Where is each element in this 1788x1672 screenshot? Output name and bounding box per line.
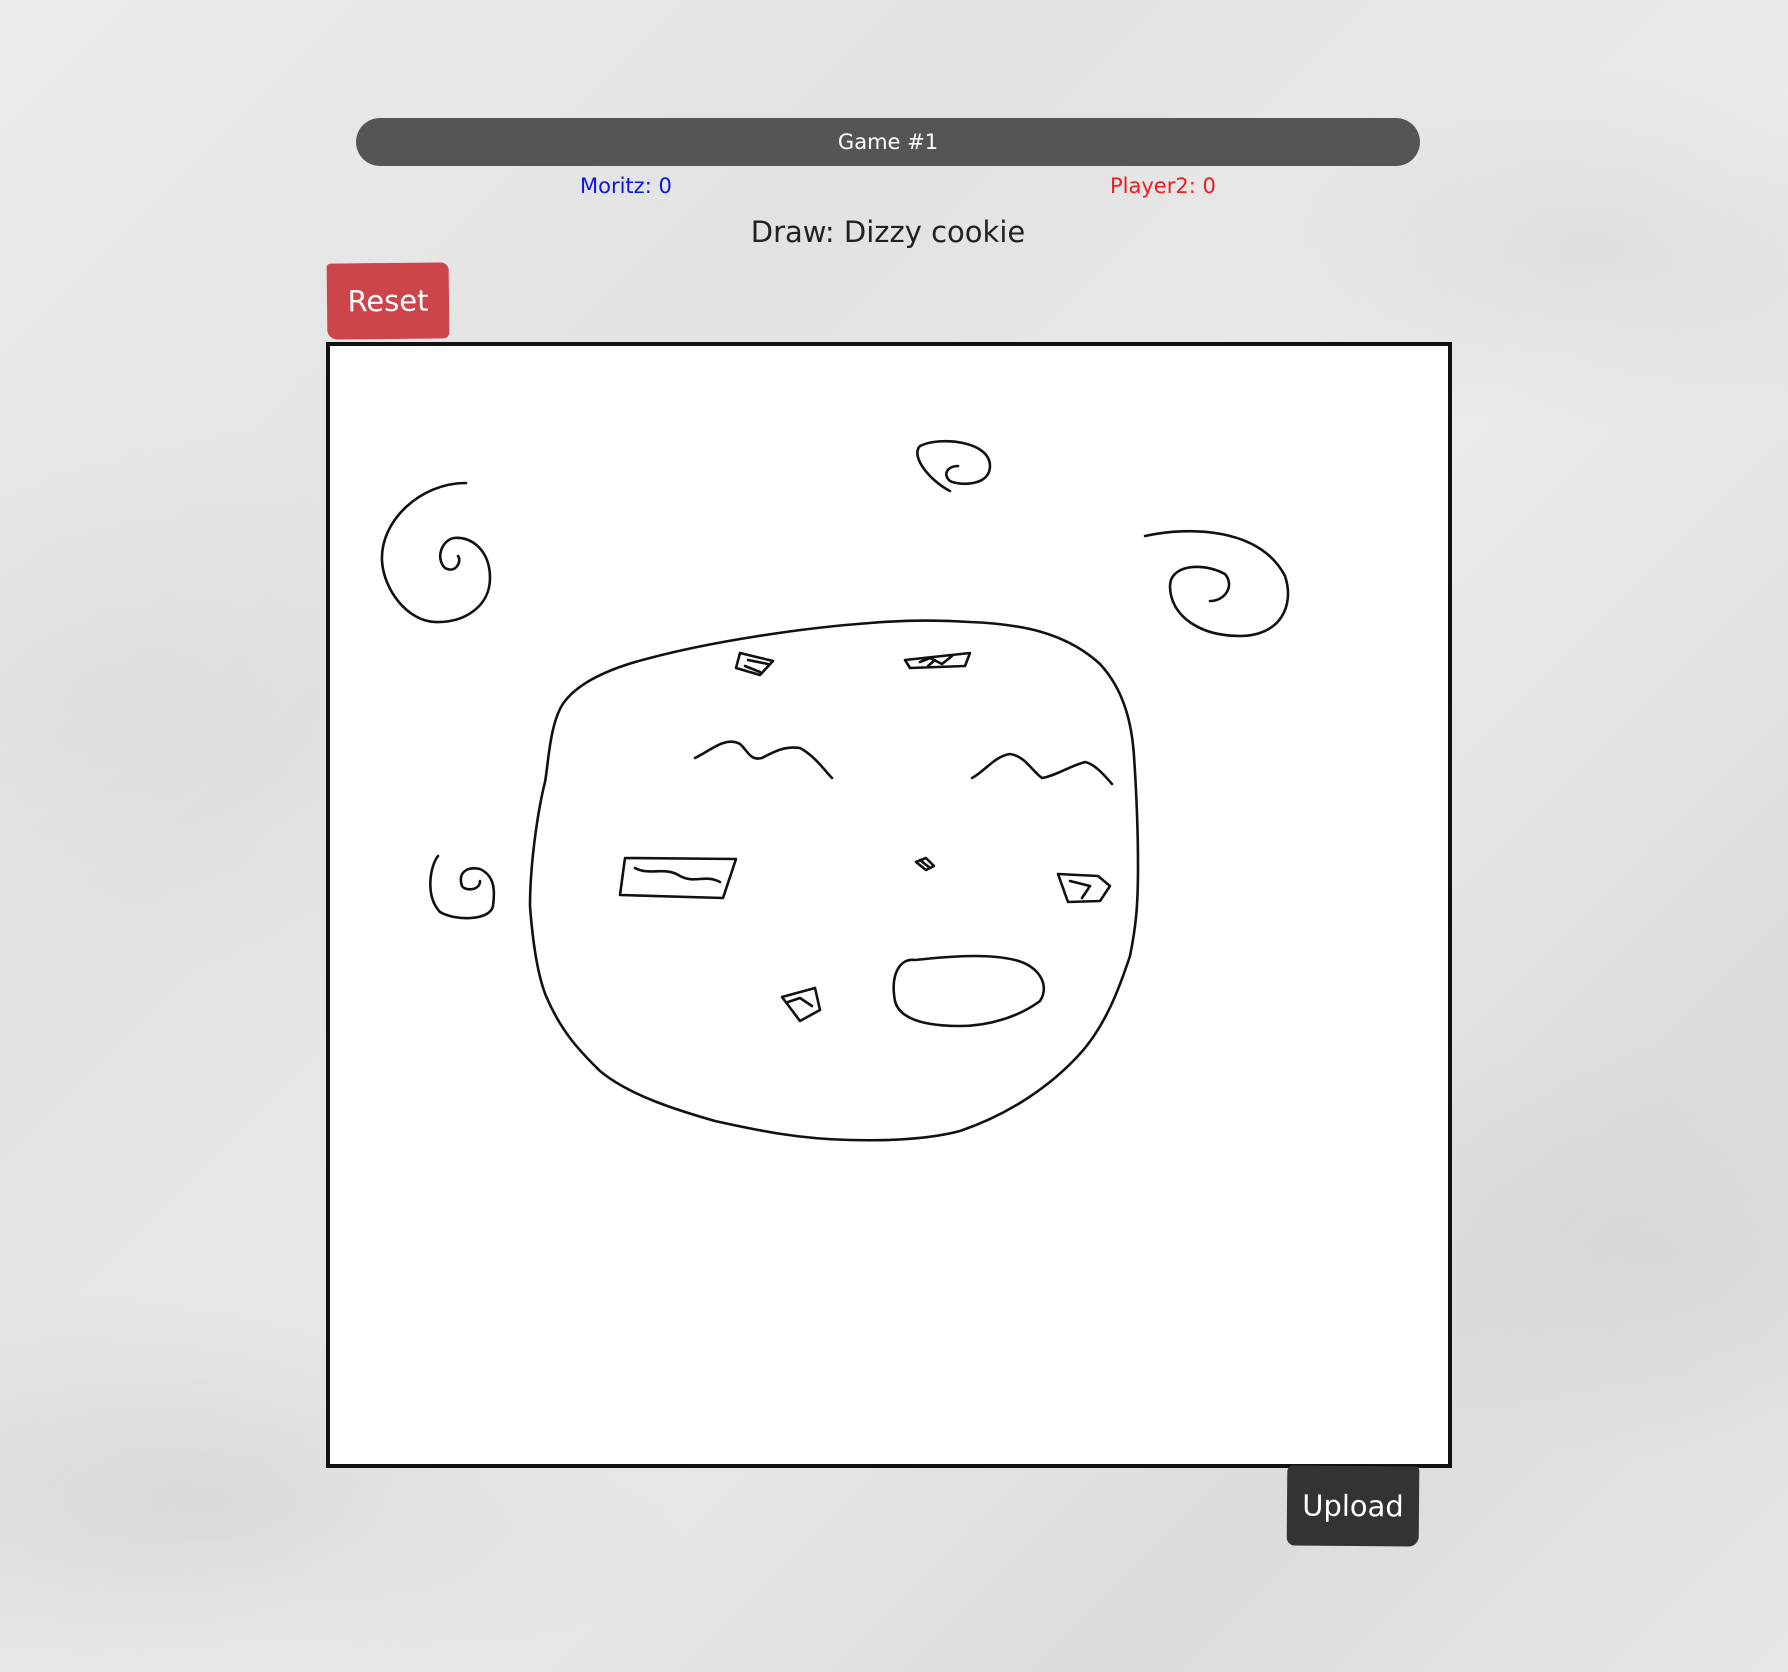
player1-score: Moritz: 0 [580, 174, 672, 198]
chip-3 [618, 856, 738, 900]
mouth [892, 954, 1046, 1028]
eye-right [970, 752, 1114, 786]
eye-left [693, 740, 834, 780]
chip-6 [780, 986, 822, 1023]
swirl-left [429, 854, 496, 920]
canvas-drawing [380, 439, 1290, 1142]
game-title-bar: Game #1 [356, 118, 1420, 166]
swirl-top [916, 439, 992, 493]
swirl-top-left [380, 481, 492, 624]
drawing-canvas[interactable] [326, 342, 1452, 1468]
drawing-prompt: Draw: Dizzy cookie [750, 215, 1026, 249]
chip-2 [903, 651, 972, 670]
chip-4 [914, 856, 936, 872]
reset-button[interactable]: Reset [326, 262, 450, 340]
player2-score: Player2: 0 [1110, 174, 1216, 198]
chip-1 [734, 651, 775, 677]
chip-5 [1056, 872, 1112, 904]
upload-button[interactable]: Upload [1286, 1465, 1420, 1547]
game-title: Game #1 [837, 130, 939, 154]
swirl-right [1143, 529, 1290, 638]
